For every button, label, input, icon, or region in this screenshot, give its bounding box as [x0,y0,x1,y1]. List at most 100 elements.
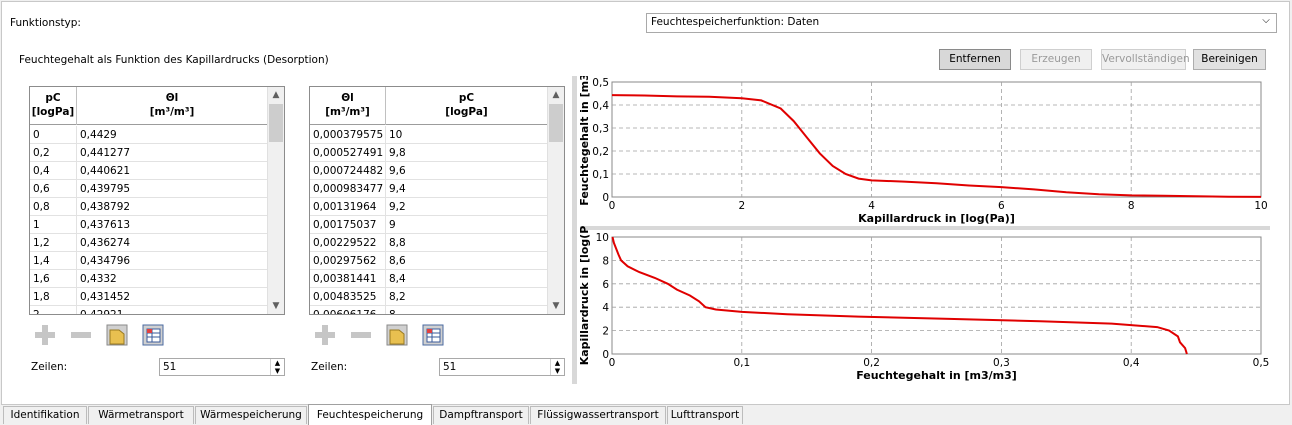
table-row[interactable]: 0,00297562 8,6 [310,252,548,270]
table-cell[interactable]: 0,000527491 [310,144,386,162]
table-cell[interactable]: 8,4 [386,270,548,288]
table-cell[interactable]: 0,00229522 [310,234,386,252]
table-cell[interactable]: 0,434796 [77,252,268,270]
table-row[interactable]: 1,6 0,4332 [30,270,268,288]
splitter-vertical[interactable] [572,76,577,384]
scroll-thumb[interactable] [549,104,563,142]
tab-lufttransport[interactable]: Lufttransport [667,406,743,424]
table-row[interactable]: 0,00131964 9,2 [310,198,548,216]
table-row[interactable]: 0,00483525 8,2 [310,288,548,306]
table-cell[interactable]: 0,000724482 [310,162,386,180]
table-row[interactable]: 0,000379575 10 [310,126,548,144]
table-row[interactable]: 1,8 0,431452 [30,288,268,306]
table-cell[interactable]: 9,2 [386,198,548,216]
table-row[interactable]: 0,2 0,441277 [30,144,268,162]
import-table-button[interactable] [420,322,446,348]
open-file-button[interactable] [384,322,410,348]
table-cell[interactable]: 0,4429 [77,126,268,144]
table-cell[interactable]: 1,2 [30,234,77,252]
table-cell[interactable]: 0,4 [30,162,77,180]
erzeugen-button[interactable]: Erzeugen [1020,49,1092,70]
table-row[interactable]: 1,4 0,434796 [30,252,268,270]
spin-arrows-icon[interactable]: ▲ ▼ [550,359,564,375]
table-cell[interactable]: 0 [30,126,77,144]
table-cell[interactable]: 0,00297562 [310,252,386,270]
import-table-button[interactable] [140,322,166,348]
table-cell[interactable]: 0,441277 [77,144,268,162]
bereinigen-button[interactable]: Bereinigen [1193,49,1266,70]
table-cell[interactable]: 0,00131964 [310,198,386,216]
table-cell[interactable]: 9,6 [386,162,548,180]
table-cell[interactable]: 0,431452 [77,288,268,306]
table-cell[interactable]: 1,6 [30,270,77,288]
table-cell[interactable]: 8,2 [386,288,548,306]
open-file-button[interactable] [104,322,130,348]
table-cell[interactable]: 1,8 [30,288,77,306]
scroll-up-icon[interactable]: ▲ [268,87,284,103]
table-cell[interactable]: 0,437613 [77,216,268,234]
table-cell[interactable]: 0,00175037 [310,216,386,234]
table-row[interactable]: 0,00229522 8,8 [310,234,548,252]
scroll-thumb[interactable] [269,104,283,142]
table-row[interactable]: 0,00175037 9 [310,216,548,234]
table-cell[interactable]: 9 [386,216,548,234]
scroll-up-icon[interactable]: ▲ [548,87,564,103]
table-row[interactable]: 1 0,437613 [30,216,268,234]
table-cell[interactable]: 10 [386,126,548,144]
table-row[interactable]: 0,000527491 9,8 [310,144,548,162]
table-cell[interactable]: 1,4 [30,252,77,270]
table-cell[interactable]: 8,6 [386,252,548,270]
table-row[interactable]: 0 0,4429 [30,126,268,144]
table-cell[interactable]: 0,440621 [77,162,268,180]
column-header-theta[interactable]: Θl [m³/m³] [310,87,386,125]
table-cell[interactable]: 0,000983477 [310,180,386,198]
table-cell[interactable]: 0,6 [30,180,77,198]
rows-left-spinbox[interactable]: 51 ▲ ▼ [159,358,285,376]
table-cell[interactable]: 9,8 [386,144,548,162]
table-row[interactable]: 1,2 0,436274 [30,234,268,252]
rows-right-spinbox[interactable]: 51 ▲ ▼ [439,358,565,376]
column-header-pc[interactable]: pC [logPa] [30,87,77,125]
table-cell[interactable]: 0,4332 [77,270,268,288]
column-header-theta[interactable]: Θl [m³/m³] [77,87,268,125]
table-cell[interactable]: 9,4 [386,180,548,198]
scroll-down-icon[interactable]: ▼ [268,298,284,314]
table-row[interactable]: 2 0,42921 [30,306,268,314]
tab-wärmetransport[interactable]: Wärmetransport [88,406,194,424]
table-cell[interactable]: 0,00606176 [310,306,386,314]
vervollstaendigen-button[interactable]: Vervollständigen [1101,49,1190,70]
table-cell[interactable]: 1 [30,216,77,234]
table-cell[interactable]: 0,00483525 [310,288,386,306]
table-row[interactable]: 0,00381441 8,4 [310,270,548,288]
add-row-button[interactable] [312,322,338,348]
table-row[interactable]: 0,8 0,438792 [30,198,268,216]
table-row[interactable]: 0,000724482 9,6 [310,162,548,180]
funktionstyp-select[interactable]: Feuchtespeicherfunktion: Daten ⌵ [646,13,1277,33]
table-cell[interactable]: 8 [386,306,548,314]
scroll-down-icon[interactable]: ▼ [548,298,564,314]
entfernen-button[interactable]: Entfernen [939,49,1011,70]
table-cell[interactable]: 0,8 [30,198,77,216]
table-row[interactable]: 0,00606176 8 [310,306,548,314]
tab-feuchtespeicherung[interactable]: Feuchtespeicherung [308,404,432,425]
tab-flüssigwassertransport[interactable]: Flüssigwassertransport [530,406,666,424]
splitter-horizontal[interactable] [580,226,1270,230]
table-cell[interactable]: 0,000379575 [310,126,386,144]
tab-wärmespeicherung[interactable]: Wärmespeicherung [195,406,307,424]
remove-row-button[interactable] [68,322,94,348]
tab-dampftransport[interactable]: Dampftransport [433,406,529,424]
table-cell[interactable]: 0,436274 [77,234,268,252]
table-cell[interactable]: 0,2 [30,144,77,162]
table-cell[interactable]: 2 [30,306,77,314]
table-cell[interactable]: 8,8 [386,234,548,252]
table-right[interactable]: Θl [m³/m³] pC [logPa] 0,000379575 10 0,000… [309,86,565,315]
table-row[interactable]: 0,4 0,440621 [30,162,268,180]
spin-arrows-icon[interactable]: ▲ ▼ [270,359,284,375]
table-right-scrollbar[interactable]: ▲ ▼ [547,87,564,314]
column-header-pc[interactable]: pC [logPa] [386,87,548,125]
table-left-scrollbar[interactable]: ▲ ▼ [267,87,284,314]
add-row-button[interactable] [32,322,58,348]
table-cell[interactable]: 0,439795 [77,180,268,198]
table-row[interactable]: 0,6 0,439795 [30,180,268,198]
table-left[interactable]: pC [logPa] Θl [m³/m³] 0 0,4429 0,2 0,441277… [29,86,285,315]
